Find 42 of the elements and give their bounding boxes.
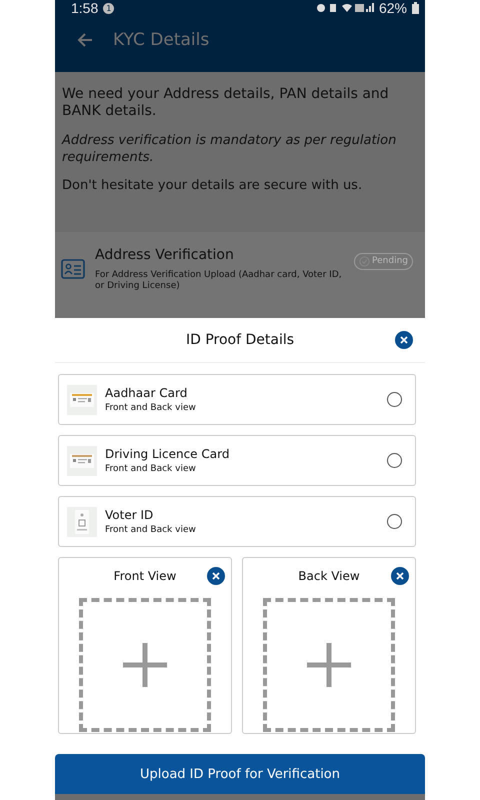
plus-icon xyxy=(307,643,351,687)
page-title: KYC Details xyxy=(113,30,210,50)
option-subtitle: Front and Back view xyxy=(105,403,197,413)
battery-level: 62% xyxy=(378,0,407,16)
radio-button[interactable] xyxy=(387,514,402,529)
address-verification-title: Address Verification xyxy=(95,246,235,262)
radio-button[interactable] xyxy=(387,392,402,407)
upload-button[interactable]: Upload ID Proof for Verification xyxy=(55,754,425,794)
status-icons xyxy=(316,2,374,14)
id-card-thumbnail-icon xyxy=(67,446,97,476)
check-circle-icon xyxy=(359,256,370,266)
back-arrow-icon[interactable] xyxy=(77,33,93,47)
close-icon[interactable] xyxy=(395,331,413,349)
option-title: Driving Licence Card xyxy=(105,447,230,461)
option-title: Voter ID xyxy=(105,508,154,522)
id-option-card[interactable]: Driving Licence Card Front and Back view xyxy=(58,435,416,486)
id-option-card[interactable]: Voter ID Front and Back view xyxy=(58,496,416,547)
id-card-icon xyxy=(61,259,85,279)
address-verification-description: For Address Verification Upload (Aadhar card, Voter ID, or Driving License) xyxy=(95,270,343,292)
image-drop-zone[interactable] xyxy=(263,598,395,732)
notification-badge: 1 xyxy=(103,2,114,14)
close-icon[interactable] xyxy=(207,567,225,585)
option-title: Aadhaar Card xyxy=(105,386,188,400)
radio-button[interactable] xyxy=(387,453,402,468)
image-drop-zone[interactable] xyxy=(79,598,211,732)
upload-label: Front View xyxy=(114,569,176,583)
plus-icon xyxy=(123,643,167,687)
sheet-title: ID Proof Details xyxy=(186,332,294,348)
upload-label: Back View xyxy=(298,569,360,583)
battery-icon xyxy=(412,2,419,14)
intro-text: Address verification is mandatory as per regulation requirements. xyxy=(62,132,398,166)
intro-text: Don't hesitate your details are secure with us. xyxy=(62,178,364,193)
status-time: 1:58 xyxy=(71,0,98,16)
id-card-thumbnail-icon xyxy=(67,506,97,536)
id-option-card[interactable]: Aadhaar Card Front and Back view xyxy=(58,374,416,425)
option-subtitle: Front and Back view xyxy=(105,464,197,474)
id-card-thumbnail-icon xyxy=(67,384,97,414)
pending-label: Pending xyxy=(372,256,408,266)
intro-text: We need your Address details, PAN details and BANK details. xyxy=(62,86,390,120)
option-subtitle: Front and Back view xyxy=(105,525,197,535)
address-verification-card[interactable]: Address Verification For Address Verification Upload (Aadhar card, Voter ID, or Driving License) Pending xyxy=(55,232,425,318)
close-icon[interactable] xyxy=(391,567,409,585)
